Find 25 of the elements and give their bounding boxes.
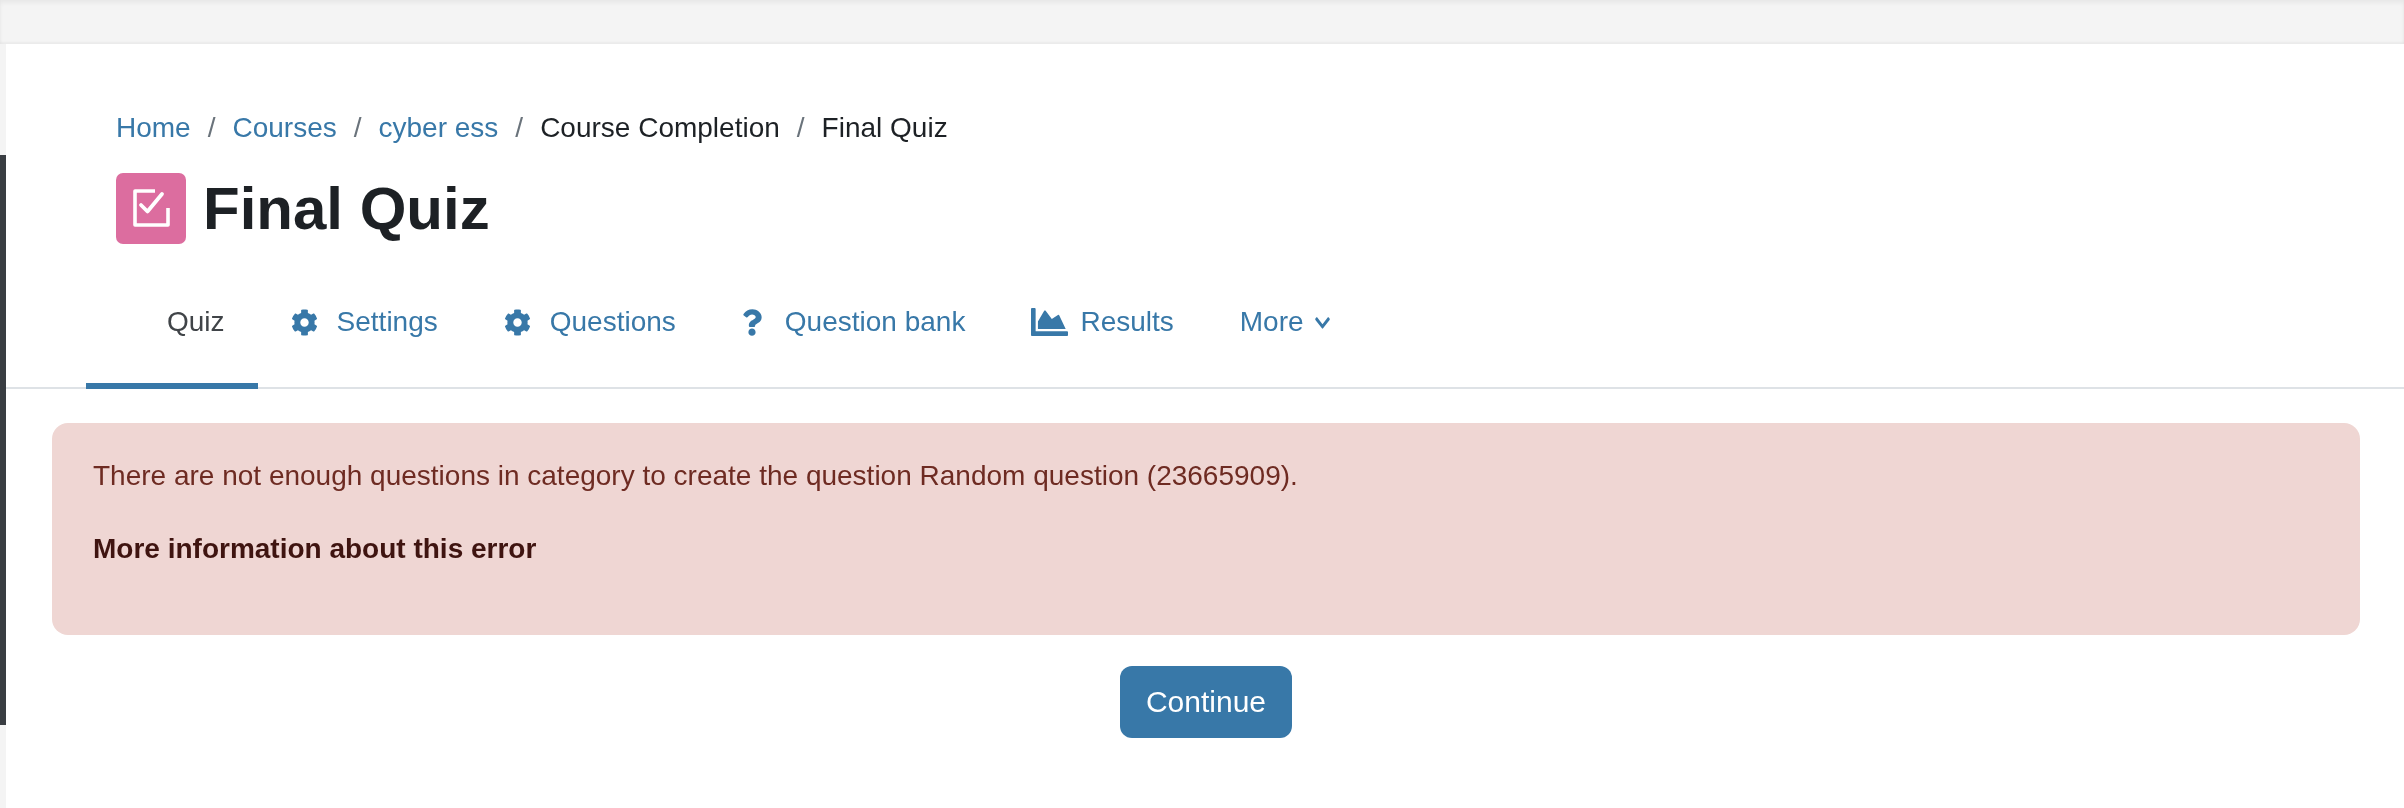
breadcrumb-link[interactable]: Home	[116, 107, 191, 149]
continue-button[interactable]: Continue	[1119, 666, 1293, 738]
tab[interactable]: Settings	[257, 263, 471, 389]
tab[interactable]: Quiz	[86, 263, 258, 389]
breadcrumb-link[interactable]: Courses	[232, 107, 337, 149]
tab[interactable]: Results	[998, 263, 1207, 389]
breadcrumb-text: Final Quiz	[821, 111, 948, 145]
more-info-link[interactable]: More information about this error	[93, 528, 537, 570]
chevron-down-icon	[1314, 316, 1330, 330]
breadcrumb-text: Course Completion	[540, 111, 780, 145]
page-title: Final Quiz	[203, 174, 490, 244]
checked-box-icon	[116, 173, 186, 244]
breadcrumb-separator: /	[207, 111, 216, 145]
gear-icon	[290, 308, 318, 336]
error-message: There are not enough questions in category to create the question Random question (23665909).	[93, 459, 1299, 493]
breadcrumb-separator: /	[515, 111, 524, 145]
question-mark-icon	[741, 308, 762, 336]
tab[interactable]: Questions	[470, 263, 709, 389]
tab[interactable]: Question bank	[708, 263, 999, 389]
breadcrumb-separator: /	[796, 111, 805, 145]
gear-icon	[503, 308, 531, 336]
breadcrumb-link[interactable]: cyber ess	[378, 107, 499, 149]
area-chart-icon	[1031, 308, 1069, 336]
tab[interactable]: More	[1206, 263, 1363, 389]
breadcrumb-separator: /	[353, 111, 362, 145]
